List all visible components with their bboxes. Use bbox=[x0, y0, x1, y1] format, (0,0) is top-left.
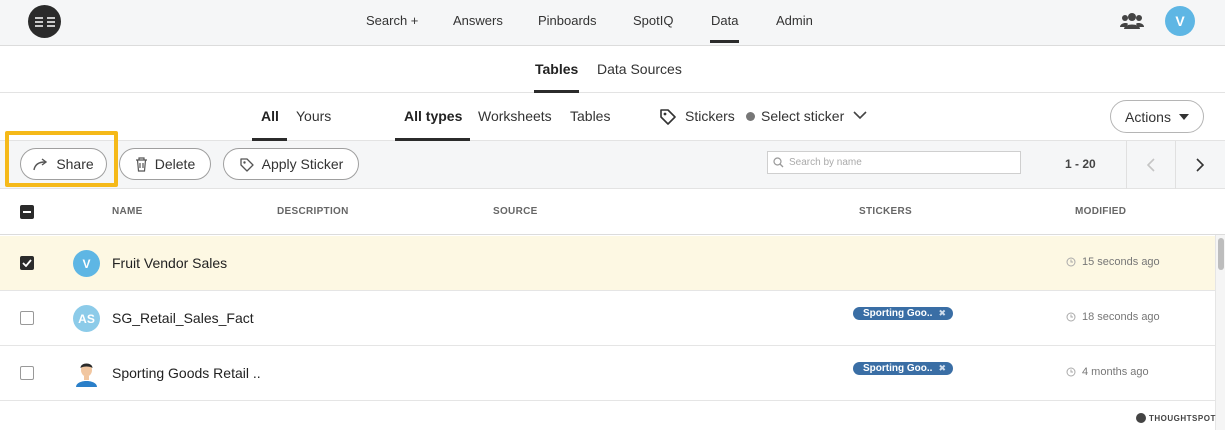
sticker-badge[interactable]: Sporting Goo.. ✖ bbox=[853, 362, 953, 375]
nav-data[interactable]: Data bbox=[709, 13, 740, 43]
share-icon bbox=[33, 157, 48, 170]
share-label: Share bbox=[56, 156, 94, 172]
sticker-label: Sporting Goo.. bbox=[863, 363, 933, 374]
check-icon bbox=[22, 259, 32, 267]
modified-text: 15 seconds ago bbox=[1082, 256, 1160, 268]
select-sticker-dropdown[interactable]: Select sticker bbox=[761, 108, 844, 124]
top-nav: Search + Answers Pinboards SpotIQ Data A… bbox=[0, 0, 1225, 46]
row-modified: 4 months ago bbox=[1066, 366, 1149, 378]
nav-search[interactable]: Search + bbox=[366, 13, 418, 28]
row-name[interactable]: Fruit Vendor Sales bbox=[112, 255, 227, 271]
nav-answers[interactable]: Answers bbox=[453, 13, 503, 28]
nav-pinboards[interactable]: Pinboards bbox=[538, 13, 597, 28]
remove-sticker-icon[interactable]: ✖ bbox=[938, 308, 946, 319]
sticker-dot-icon bbox=[746, 112, 755, 121]
tab-tables[interactable]: Tables bbox=[533, 61, 580, 93]
nav-admin[interactable]: Admin bbox=[776, 13, 813, 28]
table-header bbox=[0, 189, 1225, 235]
remove-sticker-icon[interactable]: ✖ bbox=[938, 363, 946, 374]
tag-icon bbox=[660, 109, 676, 125]
search-icon bbox=[773, 157, 784, 168]
modified-text: 4 months ago bbox=[1082, 366, 1149, 378]
logo[interactable] bbox=[28, 5, 61, 38]
filter-bar: All Yours All types Worksheets Tables St… bbox=[0, 93, 1225, 141]
vertical-scrollbar[interactable] bbox=[1215, 235, 1225, 430]
row-modified: 15 seconds ago bbox=[1066, 256, 1160, 268]
scrollbar-thumb[interactable] bbox=[1218, 238, 1224, 270]
search-input[interactable] bbox=[789, 157, 1009, 168]
tag-icon bbox=[239, 157, 254, 172]
row-name[interactable]: SG_Retail_Sales_Fact bbox=[112, 310, 254, 326]
page-range: 1 - 20 bbox=[1065, 157, 1096, 171]
delete-label: Delete bbox=[154, 156, 196, 172]
apply-sticker-label: Apply Sticker bbox=[261, 156, 344, 172]
sub-tabs: Tables Data Sources bbox=[0, 46, 1225, 93]
users-icon[interactable] bbox=[1120, 12, 1144, 30]
stickers-label: Stickers bbox=[685, 108, 735, 124]
person-avatar-icon bbox=[73, 359, 100, 387]
filter-all[interactable]: All bbox=[252, 108, 287, 141]
column-name[interactable]: NAME bbox=[112, 206, 143, 217]
share-button[interactable]: Share bbox=[20, 148, 107, 180]
brand-text: THOUGHTSPOT bbox=[1149, 413, 1216, 423]
row-checkbox[interactable] bbox=[20, 256, 34, 270]
modified-text: 18 seconds ago bbox=[1082, 311, 1160, 323]
trash-icon bbox=[135, 156, 147, 172]
chevron-down-icon[interactable] bbox=[853, 110, 867, 120]
select-all-checkbox[interactable] bbox=[20, 205, 34, 219]
column-source[interactable]: SOURCE bbox=[493, 206, 538, 217]
filter-yours[interactable]: Yours bbox=[296, 108, 331, 124]
thoughtspot-logo-icon bbox=[1136, 413, 1146, 423]
row-modified: 18 seconds ago bbox=[1066, 311, 1160, 323]
caret-down-icon bbox=[1178, 113, 1189, 120]
column-description[interactable]: DESCRIPTION bbox=[277, 206, 349, 217]
brand-footer: THOUGHTSPOT bbox=[1136, 413, 1216, 423]
avatar: AS bbox=[73, 305, 100, 332]
delete-button[interactable]: Delete bbox=[119, 148, 211, 180]
clock-icon bbox=[1066, 257, 1076, 267]
sticker-label: Sporting Goo.. bbox=[863, 308, 933, 319]
filter-all-types[interactable]: All types bbox=[394, 108, 471, 141]
avatar: V bbox=[73, 250, 100, 277]
filter-worksheets[interactable]: Worksheets bbox=[478, 108, 552, 124]
column-modified[interactable]: MODIFIED bbox=[1075, 206, 1126, 217]
chevron-left-icon bbox=[1147, 158, 1155, 172]
sticker-badge[interactable]: Sporting Goo.. ✖ bbox=[853, 307, 953, 320]
row-checkbox[interactable] bbox=[20, 311, 34, 325]
row-checkbox[interactable] bbox=[20, 366, 34, 380]
clock-icon bbox=[1066, 312, 1076, 322]
nav-spotiq[interactable]: SpotIQ bbox=[633, 13, 673, 28]
row-name[interactable]: Sporting Goods Retail .. bbox=[112, 365, 261, 381]
next-page-button[interactable] bbox=[1175, 141, 1224, 189]
logo-icon bbox=[34, 16, 55, 27]
prev-page-button[interactable] bbox=[1126, 141, 1175, 189]
user-avatar[interactable]: V bbox=[1165, 6, 1195, 36]
chevron-right-icon bbox=[1196, 158, 1204, 172]
filter-tables[interactable]: Tables bbox=[570, 108, 610, 124]
tab-data-sources[interactable]: Data Sources bbox=[597, 61, 682, 77]
column-stickers[interactable]: STICKERS bbox=[859, 206, 912, 217]
apply-sticker-button[interactable]: Apply Sticker bbox=[223, 148, 359, 180]
actions-button[interactable]: Actions bbox=[1110, 100, 1204, 133]
clock-icon bbox=[1066, 367, 1076, 377]
search-box bbox=[767, 151, 1021, 174]
actions-label: Actions bbox=[1125, 108, 1171, 125]
